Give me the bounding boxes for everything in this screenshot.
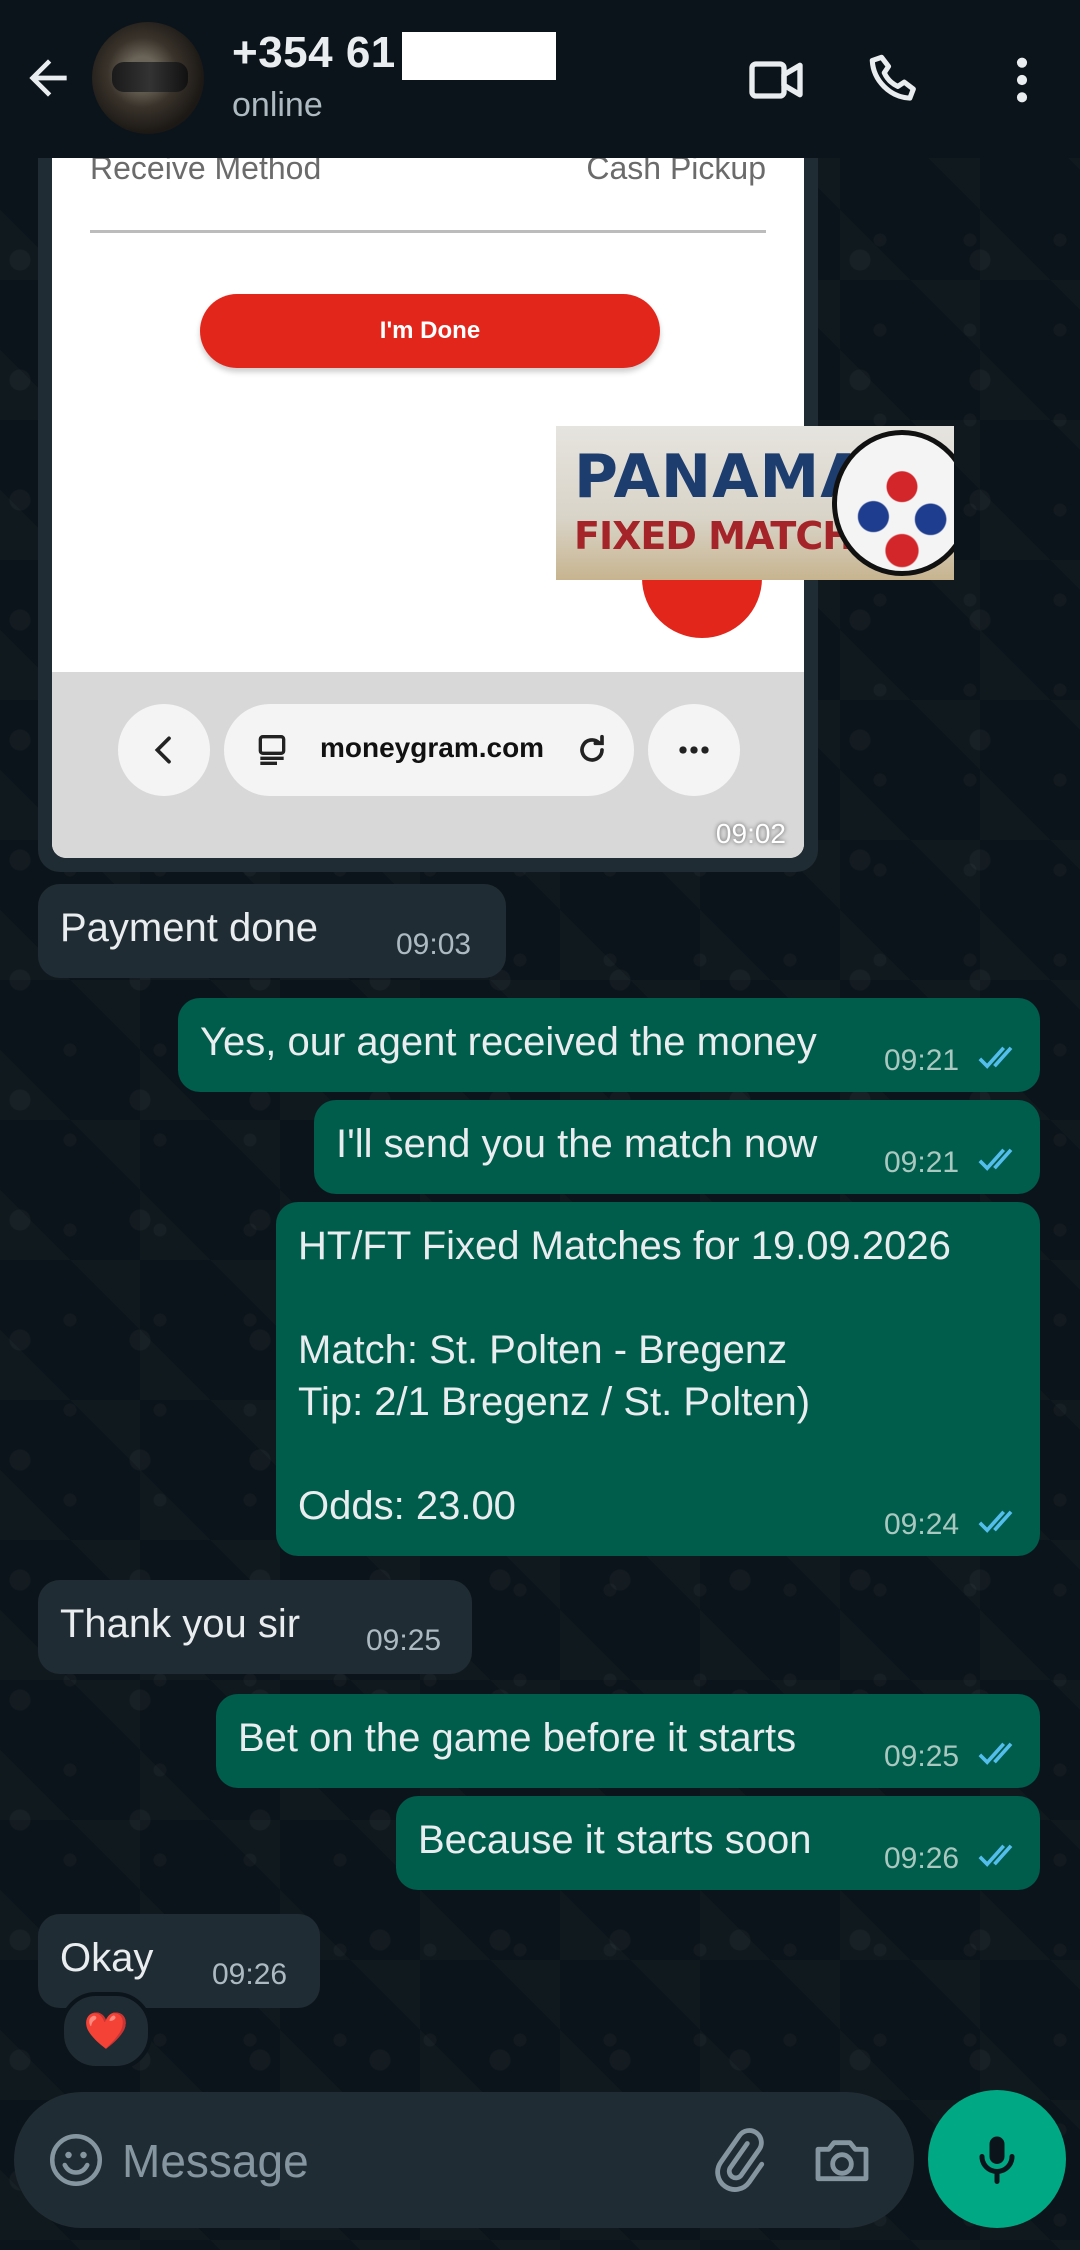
redaction-box bbox=[402, 32, 556, 80]
reload-icon bbox=[580, 734, 604, 762]
browser-url-field: moneygram.com bbox=[224, 704, 634, 796]
incoming-message[interactable]: Thank you sir 09:25 bbox=[38, 1580, 472, 1674]
message-time: 09:26 bbox=[884, 1842, 960, 1875]
browser-url: moneygram.com bbox=[320, 732, 545, 763]
mic-button[interactable] bbox=[928, 2090, 1066, 2228]
message-time: 09:21 bbox=[884, 1044, 960, 1077]
outgoing-message[interactable]: I'll send you the match now 09:21 bbox=[314, 1100, 1040, 1194]
read-ticks-icon bbox=[978, 1510, 1013, 1533]
browser-back-icon bbox=[118, 704, 210, 796]
emoji-icon[interactable] bbox=[46, 2130, 106, 2190]
message-text: Bet on the game before it starts bbox=[238, 1716, 797, 1760]
outgoing-message-tip[interactable]: HT/FT Fixed Matches for 19.09.2026 Match… bbox=[276, 1202, 1040, 1556]
message-time: 09:25 bbox=[884, 1740, 960, 1773]
site-info-icon bbox=[258, 735, 286, 765]
contact-name[interactable]: +354 61 bbox=[232, 28, 396, 78]
camera-icon[interactable] bbox=[810, 2128, 874, 2192]
outgoing-message[interactable]: Because it starts soon 09:26 bbox=[396, 1796, 1040, 1890]
message-time: 09:03 bbox=[396, 928, 472, 961]
read-ticks-icon bbox=[978, 1742, 1013, 1765]
message-text: Yes, our agent received the money bbox=[200, 1020, 817, 1064]
video-call-icon[interactable] bbox=[744, 48, 808, 112]
receive-method-label: Receive Method bbox=[90, 158, 322, 186]
receive-method-row: Receive Method Cash Pickup bbox=[90, 158, 766, 187]
message-time: 09:26 bbox=[212, 1958, 288, 1991]
message-input[interactable] bbox=[120, 2126, 684, 2196]
more-vert-icon[interactable] bbox=[990, 48, 1054, 112]
contact-status: online bbox=[232, 86, 323, 124]
message-time: 09:21 bbox=[884, 1146, 960, 1179]
divider bbox=[90, 230, 766, 233]
attach-icon[interactable] bbox=[706, 2128, 770, 2192]
message-text: Because it starts soon bbox=[418, 1818, 812, 1862]
message-text: Payment done bbox=[60, 906, 318, 950]
message-time: 09:02 bbox=[715, 818, 786, 849]
message-composer bbox=[14, 2092, 914, 2228]
chat-header: +354 61 online bbox=[0, 0, 1080, 158]
mic-icon bbox=[979, 2136, 1015, 2184]
message-text: Thank you sir bbox=[60, 1602, 301, 1646]
outgoing-message[interactable]: Yes, our agent received the money 09:21 bbox=[178, 998, 1040, 1092]
heart-reaction-icon[interactable]: ❤️ bbox=[60, 1992, 152, 2070]
browser-more-icon bbox=[648, 704, 740, 796]
watermark-banner: PANAMA FIXED MATCHES bbox=[556, 426, 954, 580]
im-done-button: I'm Done bbox=[200, 294, 660, 368]
incoming-message[interactable]: Payment done 09:03 bbox=[38, 884, 506, 978]
message-time: 09:25 bbox=[366, 1624, 442, 1657]
outgoing-message[interactable]: Bet on the game before it starts 09:25 bbox=[216, 1694, 1040, 1788]
message-text: HT/FT Fixed Matches for 19.09.2026 Match… bbox=[298, 1224, 951, 1528]
read-ticks-icon bbox=[978, 1148, 1013, 1171]
read-ticks-icon bbox=[978, 1844, 1013, 1867]
banner-title: PANAMA bbox=[574, 442, 868, 512]
avatar[interactable] bbox=[92, 22, 204, 134]
incoming-message[interactable]: Okay 09:26 bbox=[38, 1914, 320, 2008]
message-text: I'll send you the match now bbox=[336, 1122, 818, 1166]
read-ticks-icon bbox=[978, 1046, 1013, 1069]
message-text: Okay bbox=[60, 1936, 154, 1980]
message-time: 09:24 bbox=[884, 1508, 960, 1541]
browser-bar: moneygram.com bbox=[52, 672, 804, 858]
receive-method-value: Cash Pickup bbox=[586, 158, 766, 186]
phone-icon[interactable] bbox=[864, 48, 928, 112]
back-arrow-icon[interactable] bbox=[20, 50, 76, 106]
